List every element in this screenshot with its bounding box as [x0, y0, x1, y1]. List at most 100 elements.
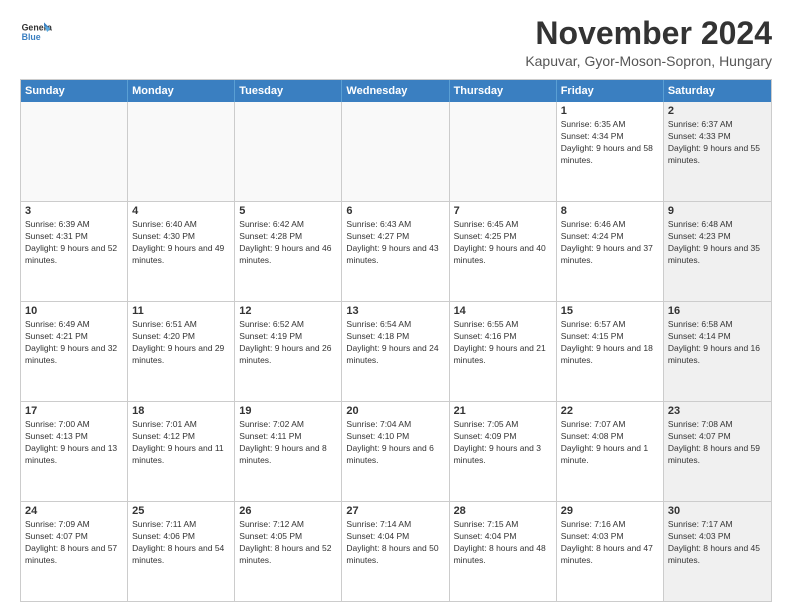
day-cell-2-2: 12Sunrise: 6:52 AMSunset: 4:19 PMDayligh…: [235, 302, 342, 401]
day-cell-0-1: [128, 102, 235, 201]
day-cell-0-3: [342, 102, 449, 201]
day-number-19: 19: [239, 405, 337, 417]
day-cell-3-5: 22 Sunrise: 7:07 AMSunset: 4:08 PMDayligh…: [557, 402, 664, 501]
day-cell-4-2: 26 Sunrise: 7:12 AMSunset: 4:05 PMDayligh…: [235, 502, 342, 601]
day-number-20: 20: [346, 405, 444, 417]
day-cell-1-3: 6 Sunrise: 6:43 AMSunset: 4:27 PMDaylight…: [342, 202, 449, 301]
day-number-3: 3: [25, 205, 123, 217]
day-info-30: Sunrise: 7:17 AMSunset: 4:03 PMDaylight:…: [668, 519, 767, 567]
day-number-7: 7: [454, 205, 552, 217]
day-info-24: Sunrise: 7:09 AMSunset: 4:07 PMDaylight:…: [25, 519, 123, 567]
day-info-8: Sunrise: 6:46 AMSunset: 4:24 PMDaylight:…: [561, 219, 659, 267]
day-info-28: Sunrise: 7:15 AMSunset: 4:04 PMDaylight:…: [454, 519, 552, 567]
day-cell-1-5: 8 Sunrise: 6:46 AMSunset: 4:24 PMDaylight…: [557, 202, 664, 301]
day-info-25: Sunrise: 7:11 AMSunset: 4:06 PMDaylight:…: [132, 519, 230, 567]
day-number-28: 28: [454, 505, 552, 517]
day-cell-0-0: [21, 102, 128, 201]
day-info-11: Sunrise: 6:51 AMSunset: 4:20 PMDaylight:…: [132, 319, 230, 367]
day-info-14: Sunrise: 6:55 AMSunset: 4:16 PMDaylight:…: [454, 319, 552, 367]
day-info-2: Sunrise: 6:37 AMSunset: 4:33 PMDaylight:…: [668, 119, 767, 167]
day-cell-4-6: 30 Sunrise: 7:17 AMSunset: 4:03 PMDayligh…: [664, 502, 771, 601]
day-cell-1-0: 3 Sunrise: 6:39 AMSunset: 4:31 PMDaylight…: [21, 202, 128, 301]
day-number-27: 27: [346, 505, 444, 517]
generalblue-logo-icon: General Blue: [20, 16, 52, 48]
day-number-24: 24: [25, 505, 123, 517]
day-cell-1-1: 4 Sunrise: 6:40 AMSunset: 4:30 PMDaylight…: [128, 202, 235, 301]
day-number-21: 21: [454, 405, 552, 417]
calendar-body: 1Sunrise: 6:35 AMSunset: 4:34 PMDaylight…: [21, 102, 771, 601]
day-number-2: 2: [668, 105, 767, 117]
calendar: Sunday Monday Tuesday Wednesday Thursday…: [20, 79, 772, 602]
day-number-10: 10: [25, 305, 123, 317]
day-number-25: 25: [132, 505, 230, 517]
day-number-8: 8: [561, 205, 659, 217]
day-cell-1-4: 7 Sunrise: 6:45 AMSunset: 4:25 PMDaylight…: [450, 202, 557, 301]
day-cell-3-3: 20 Sunrise: 7:04 AMSunset: 4:10 PMDayligh…: [342, 402, 449, 501]
week-row-4: 24 Sunrise: 7:09 AMSunset: 4:07 PMDayligh…: [21, 501, 771, 601]
day-cell-2-4: 14 Sunrise: 6:55 AMSunset: 4:16 PMDayligh…: [450, 302, 557, 401]
day-cell-3-4: 21 Sunrise: 7:05 AMSunset: 4:09 PMDayligh…: [450, 402, 557, 501]
logo: General Blue: [20, 16, 52, 48]
day-info-26: Sunrise: 7:12 AMSunset: 4:05 PMDaylight:…: [239, 519, 337, 567]
day-cell-0-2: [235, 102, 342, 201]
day-number-14: 14: [454, 305, 552, 317]
day-number-12: 12: [239, 305, 337, 317]
header: General Blue November 2024 Kapuvar, Gyor…: [20, 16, 772, 69]
day-number-22: 22: [561, 405, 659, 417]
day-cell-4-0: 24 Sunrise: 7:09 AMSunset: 4:07 PMDayligh…: [21, 502, 128, 601]
day-info-23: Sunrise: 7:08 AMSunset: 4:07 PMDaylight:…: [668, 419, 767, 467]
day-number-4: 4: [132, 205, 230, 217]
day-info-4: Sunrise: 6:40 AMSunset: 4:30 PMDaylight:…: [132, 219, 230, 267]
day-number-15: 15: [561, 305, 659, 317]
location: Kapuvar, Gyor-Moson-Sopron, Hungary: [525, 53, 772, 69]
week-row-1: 3 Sunrise: 6:39 AMSunset: 4:31 PMDaylight…: [21, 201, 771, 301]
day-info-22: Sunrise: 7:07 AMSunset: 4:08 PMDaylight:…: [561, 419, 659, 467]
day-cell-3-6: 23Sunrise: 7:08 AMSunset: 4:07 PMDayligh…: [664, 402, 771, 501]
day-info-20: Sunrise: 7:04 AMSunset: 4:10 PMDaylight:…: [346, 419, 444, 467]
week-row-0: 1Sunrise: 6:35 AMSunset: 4:34 PMDaylight…: [21, 102, 771, 201]
day-cell-3-0: 17Sunrise: 7:00 AMSunset: 4:13 PMDayligh…: [21, 402, 128, 501]
page: General Blue November 2024 Kapuvar, Gyor…: [0, 0, 792, 612]
day-info-9: Sunrise: 6:48 AMSunset: 4:23 PMDaylight:…: [668, 219, 767, 267]
day-info-18: Sunrise: 7:01 AMSunset: 4:12 PMDaylight:…: [132, 419, 230, 467]
day-cell-2-5: 15 Sunrise: 6:57 AMSunset: 4:15 PMDayligh…: [557, 302, 664, 401]
day-cell-4-5: 29Sunrise: 7:16 AMSunset: 4:03 PMDayligh…: [557, 502, 664, 601]
day-info-15: Sunrise: 6:57 AMSunset: 4:15 PMDaylight:…: [561, 319, 659, 367]
calendar-header: Sunday Monday Tuesday Wednesday Thursday…: [21, 80, 771, 102]
day-cell-0-4: [450, 102, 557, 201]
day-number-13: 13: [346, 305, 444, 317]
day-info-6: Sunrise: 6:43 AMSunset: 4:27 PMDaylight:…: [346, 219, 444, 267]
day-cell-3-2: 19Sunrise: 7:02 AMSunset: 4:11 PMDayligh…: [235, 402, 342, 501]
day-number-6: 6: [346, 205, 444, 217]
day-info-1: Sunrise: 6:35 AMSunset: 4:34 PMDaylight:…: [561, 119, 659, 167]
day-info-10: Sunrise: 6:49 AMSunset: 4:21 PMDaylight:…: [25, 319, 123, 367]
day-cell-2-0: 10 Sunrise: 6:49 AMSunset: 4:21 PMDayligh…: [21, 302, 128, 401]
day-number-26: 26: [239, 505, 337, 517]
svg-text:Blue: Blue: [22, 32, 41, 42]
day-cell-2-1: 11Sunrise: 6:51 AMSunset: 4:20 PMDayligh…: [128, 302, 235, 401]
day-cell-4-3: 27 Sunrise: 7:14 AMSunset: 4:04 PMDayligh…: [342, 502, 449, 601]
header-monday: Monday: [128, 80, 235, 102]
day-cell-3-1: 18 Sunrise: 7:01 AMSunset: 4:12 PMDayligh…: [128, 402, 235, 501]
day-number-5: 5: [239, 205, 337, 217]
day-number-30: 30: [668, 505, 767, 517]
day-cell-2-6: 16Sunrise: 6:58 AMSunset: 4:14 PMDayligh…: [664, 302, 771, 401]
day-info-16: Sunrise: 6:58 AMSunset: 4:14 PMDaylight:…: [668, 319, 767, 367]
day-info-7: Sunrise: 6:45 AMSunset: 4:25 PMDaylight:…: [454, 219, 552, 267]
header-sunday: Sunday: [21, 80, 128, 102]
day-cell-4-4: 28 Sunrise: 7:15 AMSunset: 4:04 PMDayligh…: [450, 502, 557, 601]
day-info-27: Sunrise: 7:14 AMSunset: 4:04 PMDaylight:…: [346, 519, 444, 567]
day-info-29: Sunrise: 7:16 AMSunset: 4:03 PMDaylight:…: [561, 519, 659, 567]
day-info-3: Sunrise: 6:39 AMSunset: 4:31 PMDaylight:…: [25, 219, 123, 267]
day-info-5: Sunrise: 6:42 AMSunset: 4:28 PMDaylight:…: [239, 219, 337, 267]
day-cell-1-2: 5 Sunrise: 6:42 AMSunset: 4:28 PMDaylight…: [235, 202, 342, 301]
day-cell-0-6: 2 Sunrise: 6:37 AMSunset: 4:33 PMDaylight…: [664, 102, 771, 201]
day-number-17: 17: [25, 405, 123, 417]
day-number-18: 18: [132, 405, 230, 417]
header-friday: Friday: [557, 80, 664, 102]
day-info-21: Sunrise: 7:05 AMSunset: 4:09 PMDaylight:…: [454, 419, 552, 467]
header-tuesday: Tuesday: [235, 80, 342, 102]
header-thursday: Thursday: [450, 80, 557, 102]
header-saturday: Saturday: [664, 80, 771, 102]
day-cell-2-3: 13Sunrise: 6:54 AMSunset: 4:18 PMDayligh…: [342, 302, 449, 401]
